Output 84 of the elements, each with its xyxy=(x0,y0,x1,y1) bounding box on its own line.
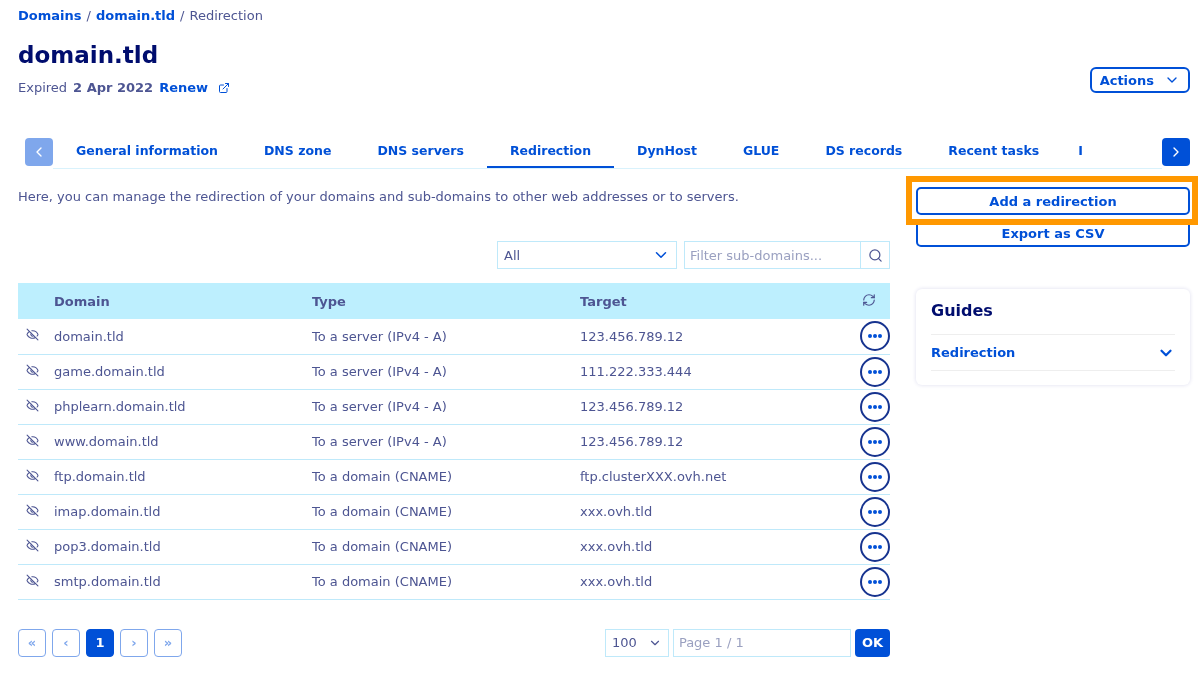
table-cell: ftp.domain.tld xyxy=(54,469,146,484)
more-button[interactable] xyxy=(860,426,890,457)
tab[interactable]: Recent tasks xyxy=(925,135,1063,168)
tab[interactable]: I xyxy=(1062,135,1087,168)
status-label: Expired xyxy=(18,80,68,95)
table-cell: pop3.domain.tld xyxy=(54,539,161,554)
more-button[interactable] xyxy=(860,566,890,597)
table-cell: domain.tld xyxy=(54,328,124,344)
tab[interactable]: Redirection xyxy=(486,135,615,168)
page-title: domain.tld xyxy=(18,42,160,68)
table-cell: To a domain (CNAME) xyxy=(312,504,452,519)
expiry-date: 2 Apr 2022 xyxy=(73,80,154,95)
more-icon xyxy=(868,369,882,374)
renew-link[interactable]: Renew xyxy=(159,80,209,95)
table-cell: imap.domain.tld xyxy=(54,504,161,519)
page-size-select[interactable]: 100 xyxy=(604,628,669,657)
more-icon xyxy=(868,334,882,339)
more-button[interactable] xyxy=(860,496,890,527)
table-cell: 123.456.789.12 xyxy=(580,434,684,449)
table-cell: 123.456.789.12 xyxy=(580,399,684,414)
eye-slash-icon[interactable] xyxy=(26,538,39,552)
more-icon xyxy=(868,439,882,444)
tab[interactable]: General information xyxy=(53,135,241,168)
table-cell: 123.456.789.12 xyxy=(580,328,684,344)
scroll-right-button[interactable] xyxy=(1162,138,1190,166)
more-icon xyxy=(868,404,882,409)
type-select[interactable]: All xyxy=(497,241,677,269)
filter-field[interactable]: Filter sub-domains... xyxy=(684,241,890,269)
more-button[interactable] xyxy=(860,461,890,492)
more-button[interactable] xyxy=(860,356,890,387)
tab[interactable]: DNS servers xyxy=(354,135,487,168)
table-cell: www.domain.tld xyxy=(54,434,159,449)
eye-slash-icon[interactable] xyxy=(26,433,39,447)
ok-button[interactable]: OK xyxy=(854,628,890,657)
page-field[interactable]: Page 1 / 1 xyxy=(672,628,851,657)
tab[interactable]: GLUE xyxy=(719,135,803,168)
more-button[interactable] xyxy=(860,531,890,562)
table-cell: To a server (IPv4 - A) xyxy=(312,399,447,414)
eye-slash-icon[interactable] xyxy=(26,363,39,377)
column-header: Type xyxy=(312,293,346,309)
search-icon xyxy=(867,247,883,263)
breadcrumb-separator: / xyxy=(86,7,91,23)
table-cell: To a server (IPv4 - A) xyxy=(312,328,447,344)
guide-item[interactable]: Redirection xyxy=(931,335,1175,371)
table-cell: 111.222.333.444 xyxy=(580,364,692,379)
tab[interactable]: DynHost xyxy=(614,135,720,168)
table-cell: To a domain (CNAME) xyxy=(312,469,452,484)
breadcrumb-current: Redirection xyxy=(189,7,263,23)
breadcrumb-link[interactable]: domain.tld xyxy=(95,7,176,23)
card-title: Guides xyxy=(931,301,1175,335)
breadcrumb-link[interactable]: Domains xyxy=(18,7,82,23)
eye-slash-icon[interactable] xyxy=(26,503,39,517)
table-cell: game.domain.tld xyxy=(54,364,165,379)
table-cell: To a domain (CNAME) xyxy=(312,539,452,554)
eye-slash-icon[interactable] xyxy=(26,328,39,342)
table-cell: xxx.ovh.tld xyxy=(580,539,653,554)
eye-slash-icon[interactable] xyxy=(26,468,39,482)
column-header: Target xyxy=(580,293,627,309)
actions-button[interactable]: Actions xyxy=(1089,67,1190,93)
more-icon xyxy=(868,579,882,584)
side-button[interactable]: Add a redirection xyxy=(916,187,1190,215)
more-icon xyxy=(868,544,882,549)
breadcrumb-separator: / xyxy=(180,7,185,23)
page-button[interactable]: 1 xyxy=(86,628,114,657)
more-button[interactable] xyxy=(860,391,890,422)
external-link-icon xyxy=(218,81,231,94)
table-cell: To a domain (CNAME) xyxy=(312,574,452,589)
description-text: Here, you can manage the redirection of your domains and sub-domains to other web addresses or to servers. xyxy=(18,189,740,204)
table-cell: xxx.ovh.tld xyxy=(580,504,653,519)
tab[interactable]: DS records xyxy=(802,135,926,168)
table-cell: To a server (IPv4 - A) xyxy=(312,434,447,449)
eye-slash-icon[interactable] xyxy=(26,398,39,412)
more-icon xyxy=(868,474,882,479)
tab[interactable]: DNS zone xyxy=(240,135,355,168)
refresh-icon[interactable] xyxy=(862,292,876,307)
table-cell: phplearn.domain.tld xyxy=(54,399,186,414)
table-cell: To a server (IPv4 - A) xyxy=(312,364,447,379)
more-icon xyxy=(868,509,882,514)
table-cell: xxx.ovh.tld xyxy=(580,574,653,589)
eye-slash-icon[interactable] xyxy=(26,573,39,587)
column-header: Domain xyxy=(54,293,110,309)
table-cell: smtp.domain.tld xyxy=(54,574,161,589)
more-button[interactable] xyxy=(860,321,890,352)
table-cell: ftp.clusterXXX.ovh.net xyxy=(580,469,727,484)
